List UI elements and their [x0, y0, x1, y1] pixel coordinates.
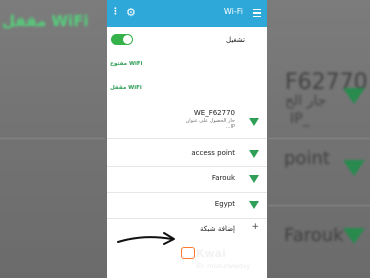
network-item[interactable]: Egypt — [107, 195, 267, 217]
network-status-ip: ...IP — [225, 124, 235, 130]
bg-divider — [0, 138, 105, 139]
divider — [107, 192, 267, 193]
network-name: access point — [191, 149, 235, 157]
section-locked-networks: مقفل WiFi — [110, 85, 142, 91]
network-item[interactable]: access point — [107, 142, 267, 164]
more-vertical-icon[interactable]: ⋮ — [111, 8, 120, 17]
wifi-toggle[interactable] — [111, 34, 133, 45]
watermark-brand: Kwai — [196, 247, 226, 260]
app-bar: ⋮ ⚙ Wi-Fi — [107, 0, 267, 27]
section-open-networks: مفتوح WiFi — [110, 61, 143, 67]
divider — [107, 166, 267, 167]
page-title: Wi-Fi — [223, 7, 243, 16]
bg-wifi-icon — [343, 160, 365, 176]
handwritten-arrow — [117, 232, 175, 245]
bg-divider — [268, 138, 370, 139]
divider — [107, 138, 267, 139]
kwai-logo — [181, 247, 195, 259]
network-name: WE_F62770 — [193, 109, 235, 117]
divider — [107, 218, 267, 219]
plus-icon: + — [251, 222, 259, 232]
bg-network-status: جار الح — [285, 93, 327, 109]
bg-wifi-icon — [343, 228, 365, 244]
wifi-signal-icon — [249, 201, 259, 209]
wifi-signal-icon — [249, 118, 259, 126]
bg-network-ip: IP_ — [290, 111, 310, 127]
network-item[interactable]: Farouk — [107, 168, 267, 190]
network-name: Egypt — [214, 200, 235, 208]
wifi-signal-icon — [249, 150, 259, 158]
bg-farouk: Farouk — [284, 225, 344, 246]
bg-divider — [268, 205, 370, 206]
bg-wifi-icon — [343, 88, 365, 104]
add-network-label: إضافة شبكة — [200, 225, 235, 233]
bg-locked-label: مقفل WiFi — [2, 12, 89, 30]
wifi-toggle-label: تشغيل — [226, 36, 245, 44]
watermark-id: ID: mozurwwdxy — [196, 262, 251, 270]
network-name: Farouk — [211, 174, 235, 182]
wifi-signal-icon — [249, 175, 259, 183]
bg-access-point: point — [284, 148, 330, 169]
menu-icon[interactable] — [253, 9, 261, 17]
gear-icon[interactable]: ⚙ — [126, 7, 136, 18]
